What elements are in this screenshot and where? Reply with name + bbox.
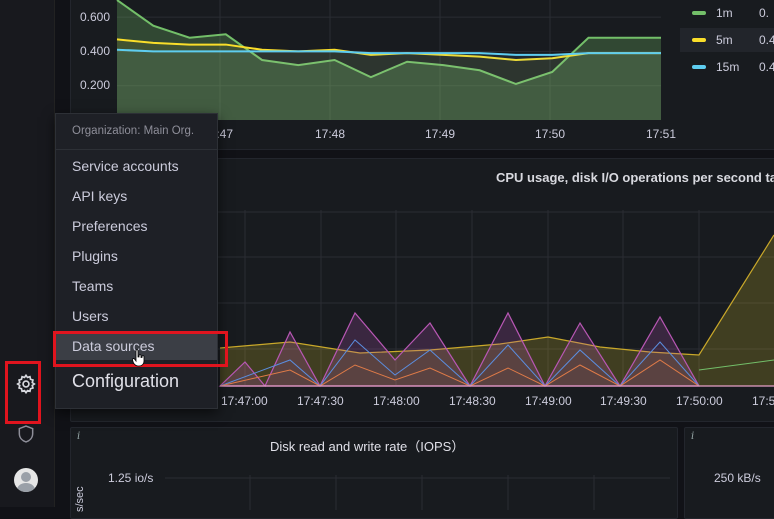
hand-cursor-icon (132, 349, 145, 367)
y-tick: 0.400 (80, 44, 111, 58)
legend-value: 0. (759, 6, 770, 20)
x-tick: 17:49 (425, 127, 456, 141)
menu-divider (56, 149, 217, 150)
cpu-panel-title: CPU usage, disk I/O operations per secon… (496, 170, 774, 185)
x-tick: 17:47:30 (297, 394, 344, 408)
x-tick: 17:48:00 (373, 394, 420, 408)
legend-item-5m[interactable]: 5m 0.4 (692, 33, 774, 47)
disk-panel-title: Disk read and write rate（IOPS） (270, 439, 465, 454)
legend-value: 0.4 (759, 60, 774, 74)
menu-org-header: Organization: Main Org. (72, 125, 195, 137)
legend-value: 0.4 (759, 33, 774, 47)
x-tick: 17:51 (646, 127, 677, 141)
legend-name: 5m (716, 33, 733, 47)
x-tick: 17:47:00 (221, 394, 268, 408)
series-area-15m (117, 49, 661, 120)
menu-item-users[interactable]: Users (56, 302, 217, 330)
legend-item-15m[interactable]: 15m 0.4 (692, 60, 774, 74)
menu-item-plugins[interactable]: Plugins (56, 242, 217, 270)
legend-swatch (692, 38, 706, 42)
info-icon[interactable]: i (77, 431, 80, 442)
legend-name: 15m (716, 60, 740, 74)
x-tick: 17:5 (752, 394, 774, 408)
y-tick: 250 kB/s (714, 471, 761, 485)
menu-item-api-keys[interactable]: API keys (56, 182, 217, 210)
menu-item-preferences[interactable]: Preferences (56, 212, 217, 240)
y-tick: 0.600 (80, 10, 111, 24)
legend-item-1m[interactable]: 1m 0. (692, 6, 769, 20)
menu-footer-configuration[interactable]: Configuration (72, 371, 179, 392)
legend-name: 1m (716, 6, 733, 20)
x-tick: 17:49:30 (600, 394, 647, 408)
x-tick: 17:48 (315, 127, 346, 141)
menu-item-service-accounts[interactable]: Service accounts (56, 152, 217, 180)
x-tick: 17:48:30 (449, 394, 496, 408)
x-tick: 17:49:00 (525, 394, 572, 408)
disk-grid (165, 475, 670, 510)
y-tick: 0.200 (80, 78, 111, 92)
x-tick: 17:50:00 (676, 394, 723, 408)
x-tick: 17:50 (535, 127, 566, 141)
legend-swatch (692, 65, 706, 69)
legend-swatch (692, 11, 706, 15)
info-icon[interactable]: i (691, 431, 694, 442)
shield-icon[interactable] (13, 421, 39, 447)
menu-item-teams[interactable]: Teams (56, 272, 217, 300)
